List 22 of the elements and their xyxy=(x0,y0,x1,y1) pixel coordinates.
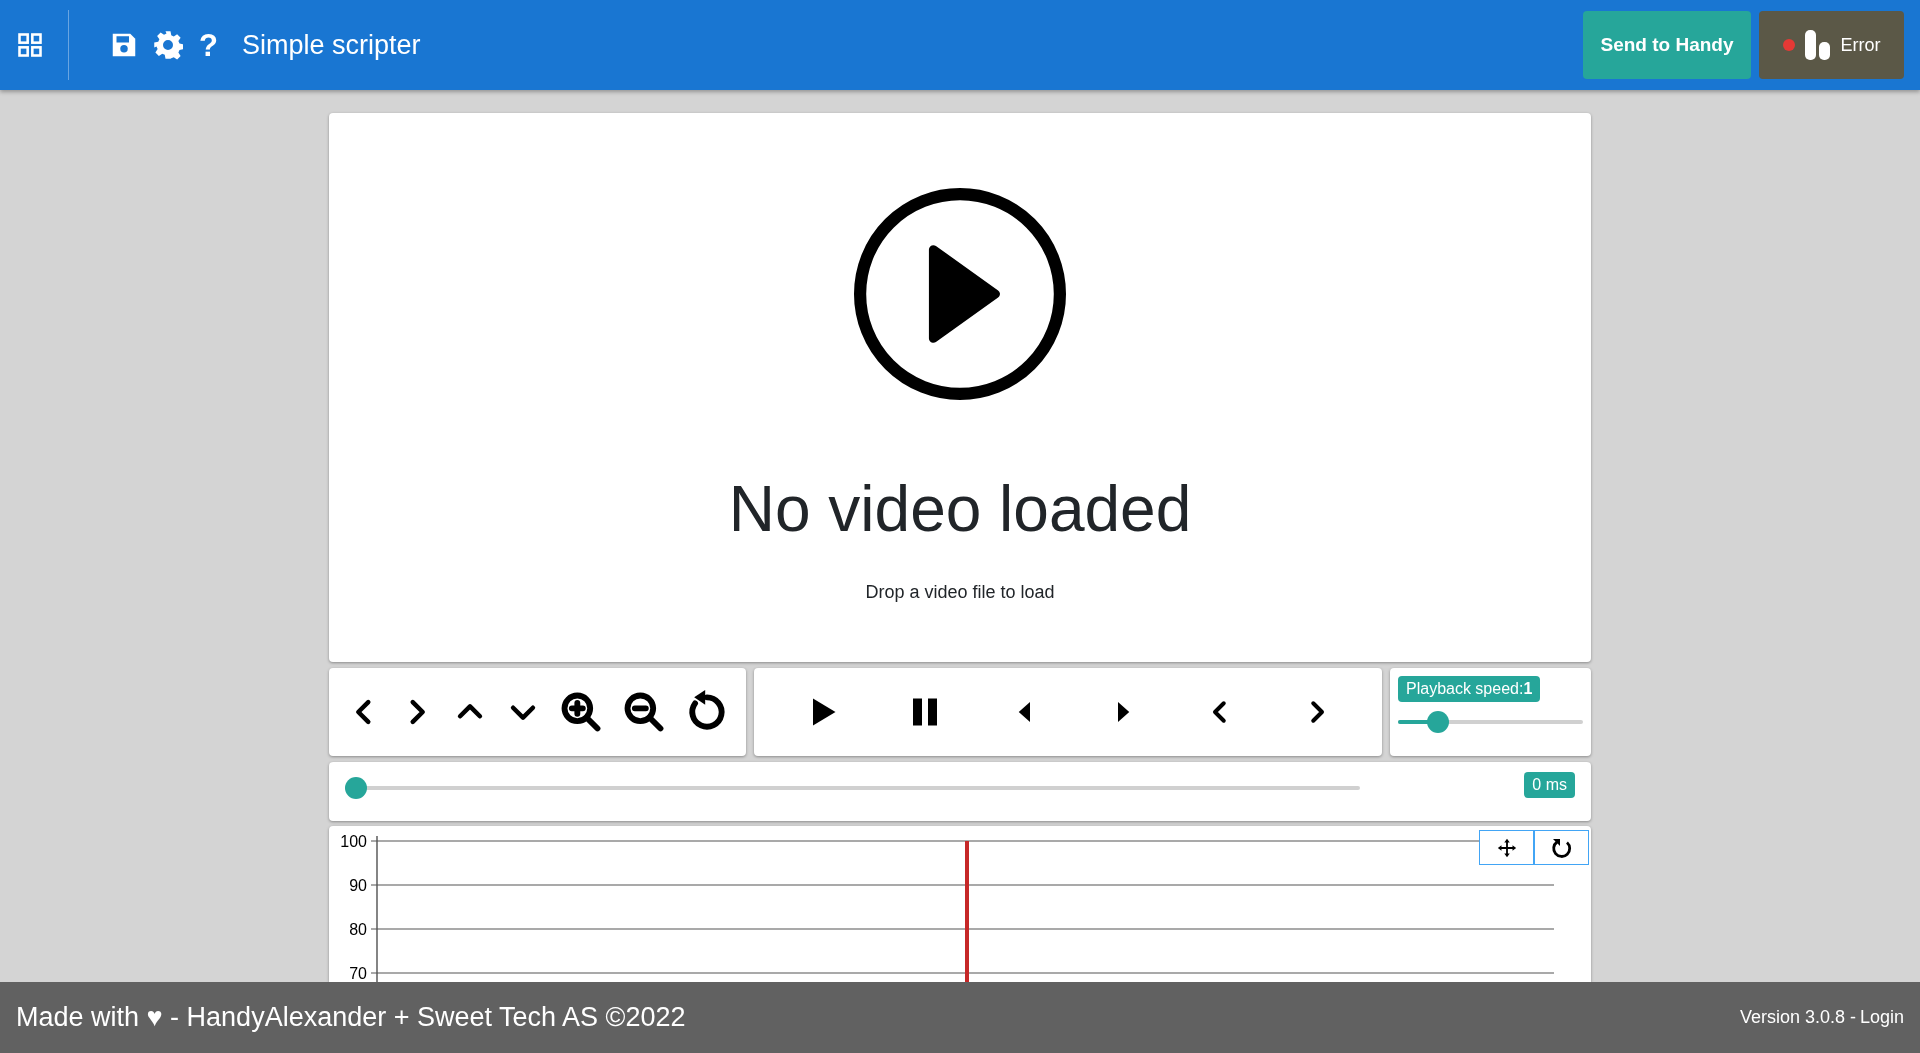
no-video-title: No video loaded xyxy=(728,477,1192,541)
device-status-button[interactable]: Error xyxy=(1759,11,1904,79)
axis-tick-label: 100 xyxy=(340,833,367,850)
device-icon xyxy=(1802,28,1833,62)
speed-slider[interactable] xyxy=(1398,711,1583,733)
version-text: Version 3.0.8 - xyxy=(1739,1006,1856,1029)
login-link[interactable]: Login xyxy=(1859,1004,1904,1031)
footer-credit: Made with ♥ - HandyAlexander + Sweet Tech AS ©2022 xyxy=(16,1001,686,1035)
help-icon[interactable]: ? xyxy=(199,29,218,61)
settings-icon[interactable] xyxy=(153,30,183,60)
axis-tick-label: 90 xyxy=(349,877,367,894)
slider-handle[interactable] xyxy=(345,777,367,799)
axis-tick-label: 80 xyxy=(349,921,367,938)
apps-icon[interactable] xyxy=(16,31,44,59)
timeline-slider[interactable] xyxy=(345,777,1360,799)
app-title: Simple scripter xyxy=(241,28,421,62)
time-reading: 0 ms xyxy=(1524,772,1575,798)
drop-hint: Drop a video file to load xyxy=(865,581,1055,604)
playback-speed-label: Playback speed:1 xyxy=(1398,676,1541,702)
move-icon[interactable] xyxy=(1495,836,1518,859)
slider-handle[interactable] xyxy=(1427,711,1450,733)
axis-tick-label: 70 xyxy=(349,965,367,982)
